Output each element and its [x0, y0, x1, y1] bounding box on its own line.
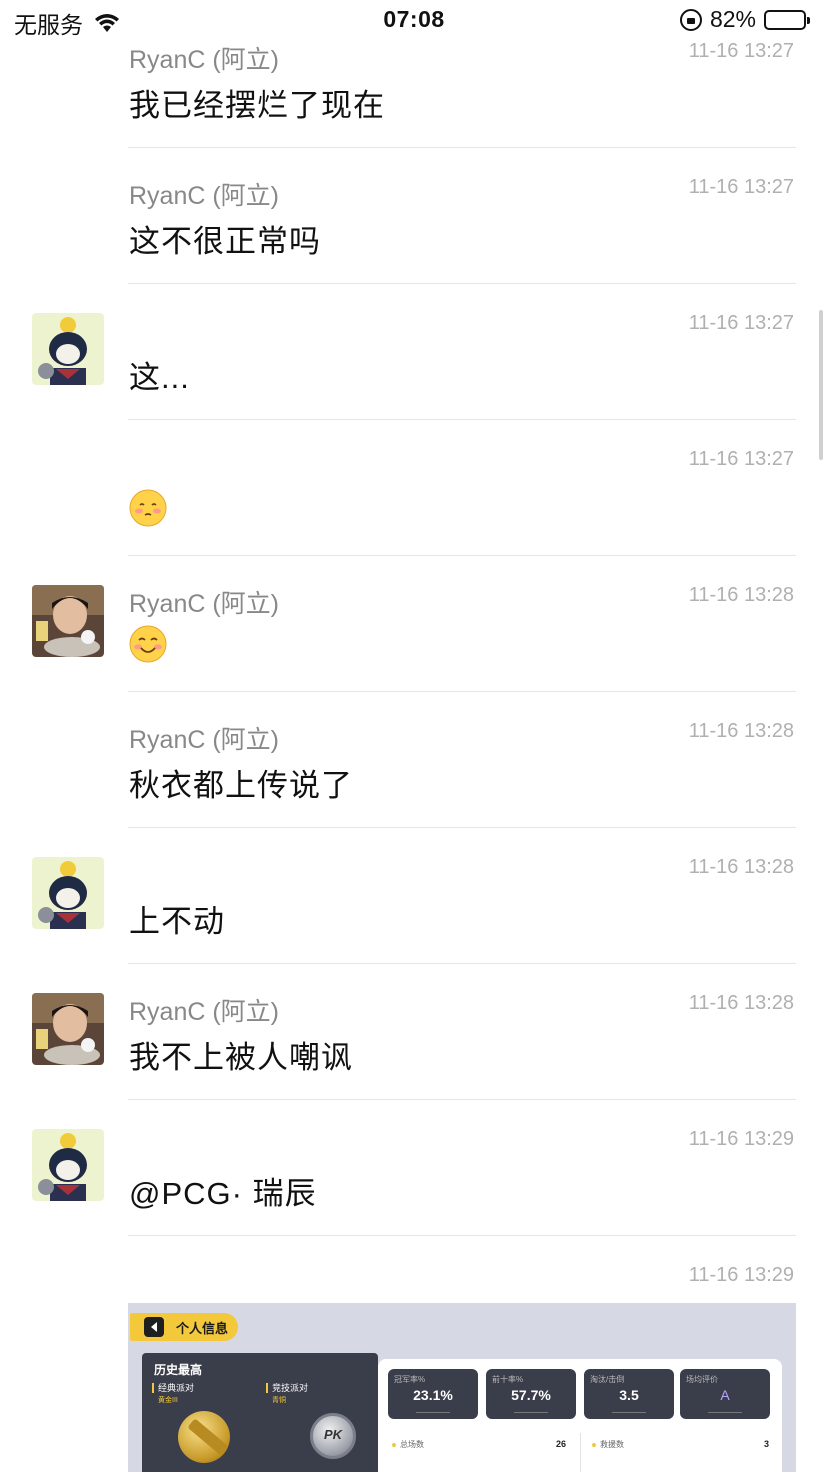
photo-avatar-icon: [32, 585, 104, 657]
message-text: 这...: [129, 360, 190, 395]
stat-card: 前十率% 57.7%: [486, 1369, 576, 1419]
message-item[interactable]: RyanC (阿立) 11-16 13:28 秋衣都上传说了: [0, 692, 828, 828]
stat-card: 场均评价 A: [680, 1369, 770, 1419]
avatar-photo[interactable]: [32, 993, 104, 1065]
message-time: 11-16 13:28: [688, 992, 794, 1014]
anime-avatar-icon: [32, 1129, 104, 1201]
stat-underline: [416, 1412, 450, 1413]
silver-rank-medal-icon: PK: [310, 1413, 356, 1459]
stat-label: 场均评价: [686, 1375, 718, 1384]
mode-name: 竞技派对: [266, 1383, 308, 1393]
stat-label: 前十率%: [492, 1375, 524, 1384]
message-text: 上不动: [129, 904, 225, 939]
rotation-lock-icon: [679, 8, 702, 31]
stat-card: 冠军率% 23.1%: [388, 1369, 478, 1419]
back-arrow-icon: [144, 1317, 164, 1337]
stat-divider: [580, 1433, 581, 1472]
silver-medal-label: PK: [323, 1427, 343, 1442]
gold-rank-medal-icon: [178, 1411, 230, 1463]
blush-face-icon: [129, 489, 167, 527]
profile-tab: 个人信息: [130, 1313, 238, 1341]
message-text: 我不上被人嘲讽: [129, 1040, 353, 1075]
message-text: @PCG· 瑞辰: [129, 1176, 317, 1211]
message-time: 11-16 13:29: [688, 1264, 794, 1286]
stat-value: A: [720, 1387, 730, 1403]
stat-underline: [514, 1412, 548, 1413]
message-time: 11-16 13:27: [688, 176, 794, 198]
message-text: 我已经摆烂了现在: [129, 88, 385, 123]
sender-name: RyanC (阿立): [129, 726, 280, 754]
stat-value: 57.7%: [511, 1387, 551, 1403]
stat-label: 冠军率%: [394, 1375, 426, 1384]
stat-value: 23.1%: [413, 1387, 453, 1403]
sender-name: RyanC (阿立): [129, 182, 280, 210]
stats-panel: 冠军率% 23.1% 前十率% 57.7% 淘汰/击倒 3.5 场均评价 A 总…: [378, 1359, 782, 1472]
smile-face-icon: [129, 625, 167, 663]
scrollbar[interactable]: [819, 310, 823, 460]
sender-name: RyanC (阿立): [129, 590, 280, 618]
battery-percent: 82%: [709, 6, 756, 32]
message-time: 11-16 13:28: [688, 720, 794, 742]
message-text: 这不很正常吗: [129, 224, 321, 259]
message-item[interactable]: 11-16 13:27: [0, 420, 828, 556]
message-time: 11-16 13:28: [688, 856, 794, 878]
stat-row-value: 3: [764, 1439, 770, 1449]
mode-rank: 青铜: [272, 1397, 286, 1404]
battery-icon: [764, 9, 810, 30]
photo-avatar-icon: [32, 993, 104, 1065]
message-item[interactable]: 11-16 13:29 @PCG· 瑞辰: [0, 1100, 828, 1236]
avatar-anime[interactable]: [32, 313, 104, 385]
profile-tab-label: 个人信息: [176, 1321, 229, 1336]
message-time: 11-16 13:27: [688, 448, 794, 470]
message-item[interactable]: RyanC (阿立) 11-16 13:28 我不上被人嘲讽: [0, 964, 828, 1100]
sender-name: RyanC (阿立): [129, 998, 280, 1026]
message-item[interactable]: 11-16 13:28 上不动: [0, 828, 828, 964]
stat-value: 3.5: [619, 1387, 639, 1403]
message-item[interactable]: 11-16 13:27 这...: [0, 284, 828, 420]
stat-card: 淘汰/击倒 3.5: [584, 1369, 674, 1419]
stat-row-label: 救援数: [592, 1439, 624, 1450]
message-time: 11-16 13:29: [688, 1128, 794, 1150]
message-text: 秋衣都上传说了: [129, 768, 353, 803]
stat-label: 淘汰/击倒: [590, 1375, 625, 1384]
anime-avatar-icon: [32, 313, 104, 385]
anime-avatar-icon: [32, 857, 104, 929]
sender-name: RyanC (阿立): [129, 46, 280, 74]
mode-name: 经典派对: [152, 1383, 194, 1393]
message-item[interactable]: RyanC (阿立) 11-16 13:27 这不很正常吗: [0, 148, 828, 284]
message-time: 11-16 13:27: [688, 40, 794, 62]
history-panel: 历史最高 经典派对 黄金III 竞技派对 青铜 PK: [142, 1353, 378, 1472]
message-time: 11-16 13:27: [688, 312, 794, 334]
message-time: 11-16 13:28: [688, 584, 794, 606]
status-right: 82%: [679, 6, 810, 33]
game-stats-image[interactable]: 个人信息 历史最高 经典派对 黄金III 竞技派对 青铜 PK 冠军率% 23.…: [128, 1303, 796, 1472]
mode-rank: 黄金III: [158, 1397, 178, 1404]
avatar-anime[interactable]: [32, 1129, 104, 1201]
stat-underline: [612, 1412, 646, 1413]
history-title: 历史最高: [154, 1363, 203, 1377]
message-item[interactable]: RyanC (阿立) 11-16 13:28: [0, 556, 828, 692]
status-bar: 无服务 07:08 82%: [0, 0, 828, 40]
stat-row-label: 总场数: [392, 1439, 424, 1450]
stat-underline: [708, 1412, 742, 1413]
stat-row-value: 26: [556, 1439, 567, 1449]
avatar-photo[interactable]: [32, 585, 104, 657]
avatar-anime[interactable]: [32, 857, 104, 929]
